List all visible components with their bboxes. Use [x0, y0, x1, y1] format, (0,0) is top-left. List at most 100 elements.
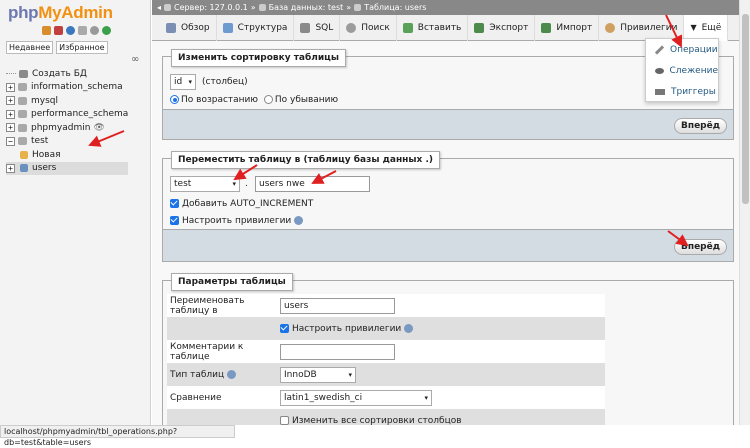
expand-icon[interactable]: +	[6, 123, 15, 133]
settings-icon[interactable]	[90, 26, 99, 35]
page-scrollbar[interactable]	[739, 0, 750, 425]
db-tree: Создать БД + information_schema + mysql + p…	[6, 67, 129, 175]
tree-create-db[interactable]: Создать БД	[6, 67, 128, 81]
database-icon	[18, 83, 27, 92]
params-legend: Параметры таблицы	[171, 273, 293, 291]
rename-table-input[interactable]: users	[280, 297, 395, 314]
tab-structure[interactable]: Структура	[217, 14, 295, 41]
expand-icon[interactable]: +	[6, 163, 15, 173]
table-row: Сравнение latin1_swedish_ci ▾	[167, 386, 605, 409]
move-legend: Переместить таблицу в (таблицу базы данн…	[171, 151, 441, 169]
auto-increment-option: Добавить AUTO_INCREMENT	[170, 199, 313, 209]
move-fieldset: Переместить таблицу в (таблицу базы данн…	[162, 151, 734, 262]
collation-select[interactable]: latin1_swedish_ci ▾	[280, 389, 432, 406]
tab-search[interactable]: Поиск	[340, 14, 397, 41]
breadcrumb-server[interactable]: Сервер: 127.0.0.1	[174, 3, 248, 12]
move-db-select[interactable]: test ▾	[170, 176, 240, 192]
move-footer: Вперёд	[163, 229, 733, 261]
move-go-button[interactable]: Вперёд	[674, 239, 727, 255]
tab-insert[interactable]: Вставить	[397, 14, 469, 41]
tree-new-table[interactable]: Новая	[6, 148, 128, 162]
menu-item-triggers[interactable]: Триггеры	[646, 81, 718, 102]
database-icon	[18, 123, 27, 132]
breadcrumb-table[interactable]: Таблица: users	[364, 3, 426, 12]
phpmyadmin-logo[interactable]: phpMyAdmin	[8, 3, 113, 23]
tree-db-mysql[interactable]: + mysql	[6, 94, 128, 108]
chevron-down-icon: ▾	[188, 78, 192, 86]
sort-footer: Вперёд	[163, 109, 733, 139]
database-icon	[18, 96, 27, 105]
collapse-arrow-icon[interactable]: ◂	[157, 3, 161, 12]
move-privileges-option: Настроить привилегии	[170, 216, 304, 226]
tree-db-test[interactable]: − test	[6, 135, 128, 149]
params-table: Переименовать таблицу в users Настроить …	[167, 294, 605, 425]
breadcrumb-db[interactable]: База данных: test	[269, 3, 344, 12]
tab-sql[interactable]: SQL	[294, 14, 341, 41]
tree-db-performance-schema[interactable]: + performance_schema	[6, 108, 128, 122]
insert-icon	[402, 22, 413, 33]
table-comment-input[interactable]	[280, 343, 395, 360]
params-privileges-checkbox[interactable]	[280, 323, 289, 333]
new-db-icon	[19, 69, 28, 78]
help-icon[interactable]	[404, 323, 414, 333]
menu-item-operations[interactable]: Операции	[646, 39, 718, 60]
sort-legend: Изменить сортировку таблицы	[171, 49, 346, 67]
sql-icon	[300, 22, 311, 33]
recent-tab[interactable]: Недавнее	[6, 41, 54, 54]
tab-export[interactable]: Экспорт	[468, 14, 536, 41]
expand-icon[interactable]: +	[6, 82, 15, 92]
tab-browse[interactable]: Обзор	[160, 14, 217, 41]
sort-asc-radio[interactable]	[170, 95, 179, 104]
server-icon	[164, 4, 172, 11]
chevron-down-icon: ▼	[690, 23, 697, 32]
storage-engine-select[interactable]: InnoDB ▾	[280, 366, 356, 383]
help-icon[interactable]	[66, 26, 75, 35]
search-icon	[346, 22, 357, 33]
home-icon[interactable]	[42, 26, 51, 35]
sort-desc-radio[interactable]	[263, 95, 273, 104]
structure-icon	[222, 22, 233, 33]
tree-db-phpmyadmin[interactable]: + phpmyadmin 👁	[6, 121, 128, 135]
table-row: Тип таблиц InnoDB ▾	[167, 363, 605, 386]
table-row: Переименовать таблицу в users	[167, 294, 605, 317]
link-icon[interactable]: ∞	[131, 54, 139, 65]
menu-item-tracking[interactable]: Слежение	[646, 60, 718, 81]
more-dropdown-menu: Операции Слежение Триггеры	[645, 38, 719, 102]
table-row: Комментарии к таблице	[167, 340, 605, 363]
move-table-input[interactable]: users nwe	[255, 176, 370, 192]
tab-more[interactable]: ▼ Ещё	[684, 14, 729, 41]
logout-icon[interactable]	[54, 26, 63, 35]
wrench-icon	[654, 44, 665, 55]
auto-increment-checkbox[interactable]	[170, 199, 179, 208]
new-table-icon	[20, 150, 28, 159]
chevron-down-icon: ▾	[232, 180, 236, 188]
table-icon	[354, 4, 362, 11]
tree-db-information-schema[interactable]: + information_schema	[6, 81, 128, 95]
expand-icon[interactable]: +	[6, 109, 15, 119]
expand-icon[interactable]: +	[6, 96, 15, 106]
scrollbar-thumb[interactable]	[742, 14, 749, 204]
table-row: Настроить привилегии	[167, 317, 605, 340]
tab-import[interactable]: Импорт	[535, 14, 600, 41]
sort-column-select[interactable]: id ▾	[170, 74, 196, 90]
tree-table-users[interactable]: + users	[6, 161, 129, 175]
help-icon[interactable]	[294, 216, 304, 225]
change-all-collations-checkbox[interactable]	[280, 415, 289, 425]
database-icon	[18, 137, 27, 146]
breadcrumb: ◂ Сервер: 127.0.0.1 » База данных: test …	[152, 0, 739, 15]
browse-icon	[166, 22, 176, 33]
sort-go-button[interactable]: Вперёд	[674, 118, 727, 134]
favorites-tab[interactable]: Избранное	[56, 41, 108, 54]
sort-order: По возрастанию По убыванию	[170, 95, 338, 105]
status-url: localhost/phpmyadmin/tbl_operations.php?…	[0, 425, 235, 447]
collapse-icon[interactable]: −	[6, 136, 15, 146]
trigger-icon	[655, 88, 665, 95]
move-privileges-checkbox[interactable]	[170, 216, 179, 225]
reload-icon[interactable]	[102, 26, 111, 35]
tab-privileges[interactable]: Привилегии	[599, 14, 685, 41]
nav-tabs: Недавнее Избранное	[6, 41, 108, 54]
docs-icon[interactable]	[78, 26, 87, 35]
table-row: Изменить все сортировки столбцов	[167, 409, 605, 425]
help-icon[interactable]	[227, 369, 237, 379]
eye-icon[interactable]: 👁	[93, 123, 104, 133]
